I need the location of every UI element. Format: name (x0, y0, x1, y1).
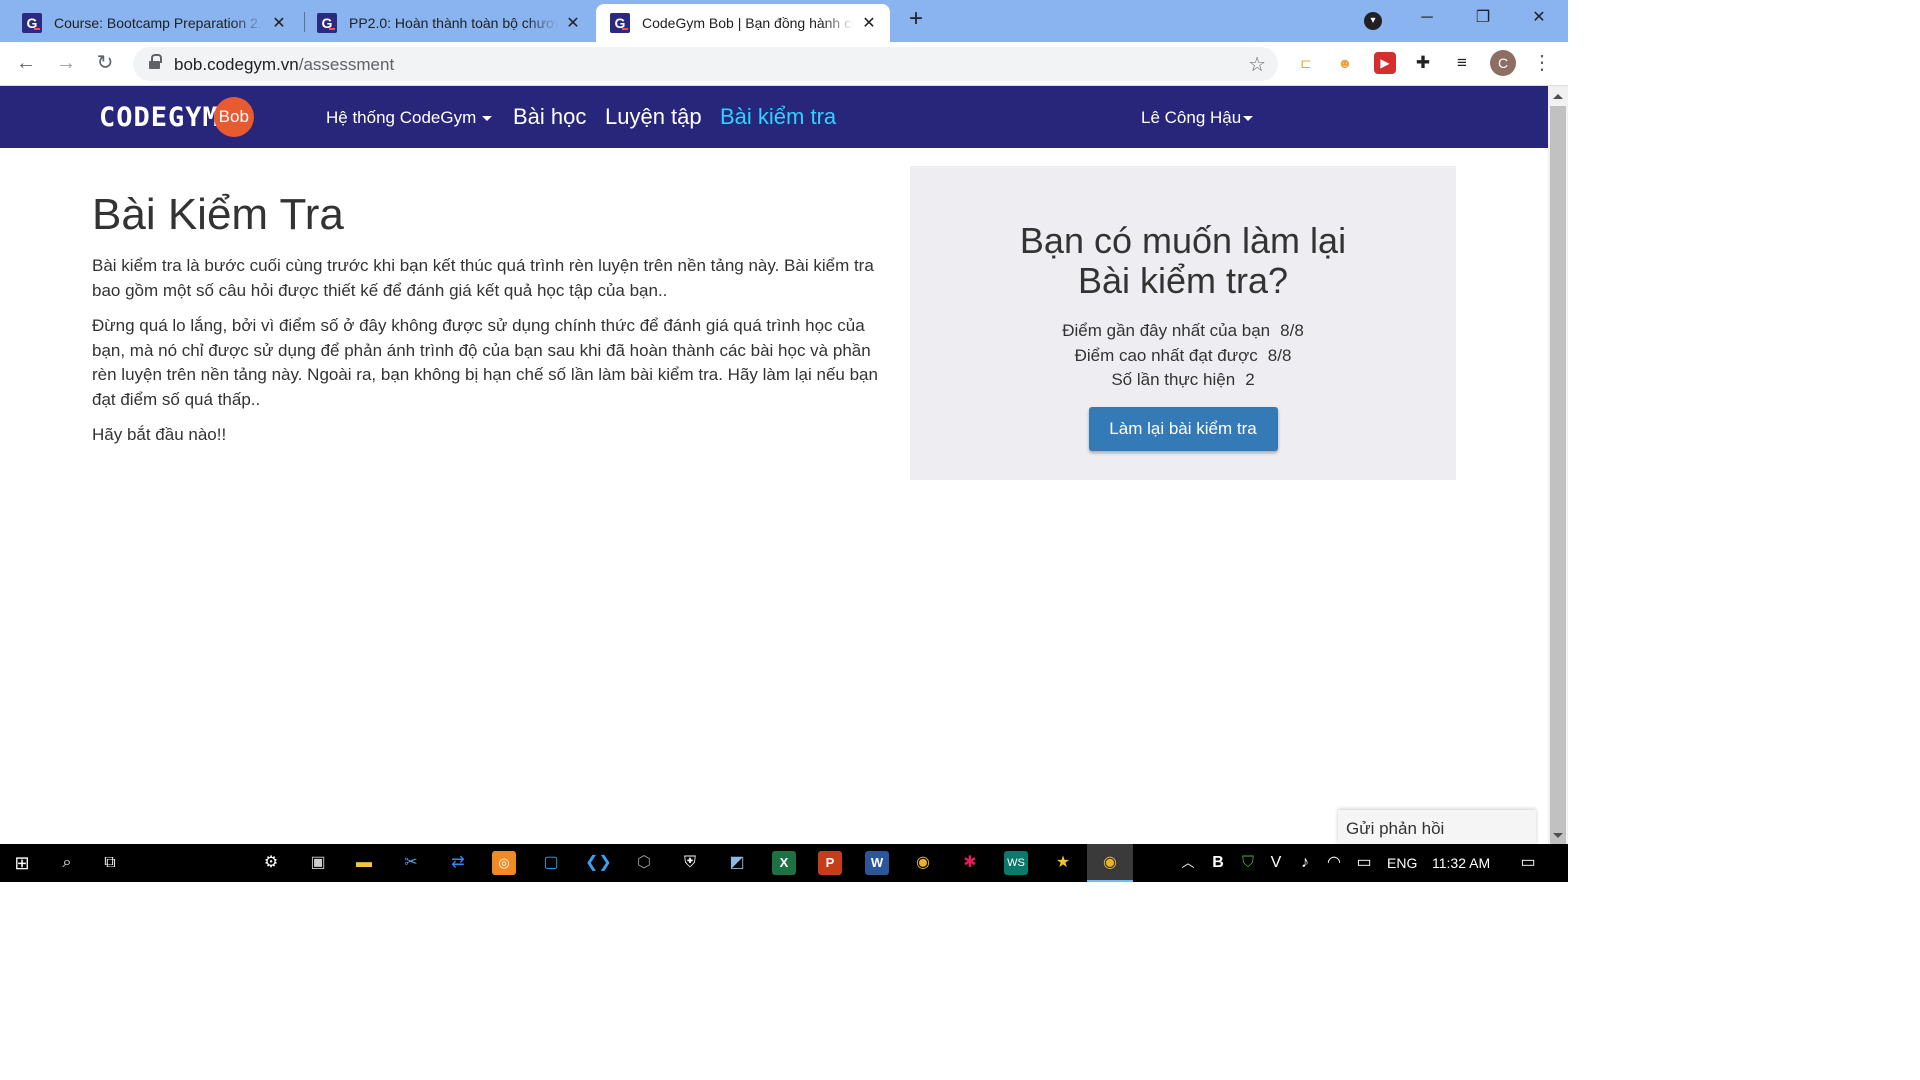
new-tab-plus-icon[interactable]: + (904, 7, 928, 32)
best-score: Điểm cao nhất đạt được 8/8 (1074, 345, 1292, 365)
restore-icon[interactable]: ❐ (1468, 6, 1498, 32)
attempt-count: Số lần thực hiện 2 (1111, 370, 1255, 389)
scroll-down-arrow-icon[interactable] (1553, 833, 1563, 838)
back-arrow-icon[interactable]: ← (14, 52, 38, 76)
volume-icon[interactable]: ♪ (1293, 851, 1317, 875)
tab-title: PP2.0: Hoàn thành toàn bộ chương trình (349, 15, 558, 31)
teamviewer-icon[interactable]: ⇄ (446, 851, 470, 875)
browser-tab[interactable]: G PP2.0: Hoàn thành toàn bộ chương trình… (305, 4, 594, 42)
browser-tab-strip: G Course: Bootcamp Preparation 2.0 ✕ G P… (0, 0, 1568, 42)
logo-bob-badge: Bob (213, 97, 254, 137)
page-scrollbar[interactable] (1548, 86, 1568, 856)
scrollbar-thumb[interactable] (1550, 106, 1566, 856)
browser-tab[interactable]: G Course: Bootcamp Preparation 2.0 ✕ (0, 4, 300, 42)
browser-toolbar: ← → ↻ bob.codegym.vn/assessment ☆ ⊏ ☻ ▶ … (0, 42, 1568, 86)
webstorm-icon[interactable]: WS (1004, 851, 1028, 875)
bookmark-star-icon[interactable]: ☆ (1248, 52, 1266, 77)
task-view-icon[interactable]: ⧉ (98, 851, 122, 875)
extension-person-check-icon[interactable]: ☻ (1334, 52, 1356, 74)
tab-title: CodeGym Bob | Bạn đồng hành của (642, 15, 854, 31)
browser-tab-active[interactable]: G CodeGym Bob | Bạn đồng hành của ✕ (596, 4, 890, 42)
logo-wordmark: CODEGYM (99, 101, 220, 133)
chrome-icon[interactable]: ◉ (911, 851, 935, 875)
powerpoint-icon[interactable]: P (818, 851, 842, 875)
nav-lessons[interactable]: Bài học (513, 104, 586, 130)
star-app-icon[interactable]: ★ (1051, 851, 1075, 875)
retake-assessment-button[interactable]: Làm lại bài kiểm tra (1088, 406, 1278, 451)
excel-icon[interactable]: X (772, 851, 796, 875)
extension-bookmark-icon[interactable]: ⊏ (1295, 52, 1317, 74)
tab-search-chevron-icon[interactable]: ▾ (1364, 12, 1382, 30)
file-explorer-icon[interactable]: ▬ (352, 851, 376, 875)
tray-shield-icon[interactable]: ⛉ (1236, 851, 1260, 875)
minimize-icon[interactable]: ─ (1412, 6, 1442, 32)
battery-icon[interactable]: ▭ (1352, 851, 1376, 875)
tab-title: Course: Bootcamp Preparation 2.0 (54, 15, 264, 31)
app-pen-icon[interactable]: ◩ (725, 851, 749, 875)
reassurance-paragraph: Đừng quá lo lắng, bởi vì điểm số ở đây k… (92, 316, 878, 409)
address-bar[interactable]: bob.codegym.vn/assessment ☆ (133, 47, 1278, 81)
wifi-icon[interactable]: ◠ (1322, 851, 1346, 875)
user-menu-dropdown[interactable]: Lê Công Hậu (1141, 108, 1254, 128)
profile-avatar[interactable]: C (1490, 50, 1516, 76)
close-window-icon[interactable]: ✕ (1524, 6, 1554, 32)
snipping-tool-icon[interactable]: ✂ (399, 851, 423, 875)
close-tab-icon[interactable]: ✕ (564, 13, 582, 33)
start-paragraph: Hãy bắt đầu nào!! (92, 425, 227, 444)
clock-time[interactable]: 11:32 AM (1432, 855, 1490, 871)
tray-bold-b-icon[interactable]: B (1206, 851, 1230, 875)
windows-start-icon[interactable]: ⊞ (10, 851, 34, 875)
media-queue-icon[interactable]: ≡ (1451, 52, 1473, 74)
retake-panel: Bạn có muốn làm lại Bài kiểm tra? Điểm gầ… (910, 166, 1456, 480)
intro-paragraph: Bài kiểm tra là bước cuối cùng trước khi… (92, 256, 874, 300)
word-icon[interactable]: W (865, 851, 889, 875)
assessment-intro: Bài Kiểm Tra Bài kiểm tra là bước cuối c… (92, 190, 892, 459)
codegym-favicon: G (22, 13, 42, 33)
page-title: Bài Kiểm Tra (92, 190, 344, 239)
settings-gear-icon[interactable]: ⚙ (259, 851, 283, 875)
tray-chevron-up-icon[interactable]: ︿ (1176, 851, 1200, 875)
virtualbox-cube-icon[interactable]: ⬡ (632, 851, 656, 875)
forward-arrow-icon[interactable]: → (54, 52, 78, 76)
search-icon[interactable]: ⌕ (55, 851, 79, 875)
app-orange-icon[interactable]: ◎ (492, 851, 516, 875)
latest-score: Điểm gần đây nhất của bạn 8/8 (1062, 321, 1304, 340)
shield-app-icon[interactable]: ⛨ (678, 851, 702, 875)
windows-taskbar: ⊞ ⌕ ⧉ ⚙ ▣ ▬ ✂ ⇄ ◎ ▢ ❮❯ ⬡ ⛨ ◩ X P W ◉ ✱ W… (0, 844, 1568, 882)
nav-assessment[interactable]: Bài kiểm tra (720, 104, 836, 130)
lock-icon[interactable] (149, 54, 162, 70)
nav-practice[interactable]: Luyện tập (605, 104, 702, 130)
codegym-bob-logo[interactable]: CODEGYM Bob (99, 96, 254, 138)
language-indicator[interactable]: ENG (1387, 855, 1417, 871)
notifications-icon[interactable]: ▭ (1516, 851, 1540, 875)
reload-icon[interactable]: ↻ (93, 52, 117, 76)
app-blue-window-icon[interactable]: ▢ (539, 851, 563, 875)
codegym-favicon: G (610, 13, 630, 33)
retake-panel-title: Bạn có muốn làm lại Bài kiểm tra? (1019, 220, 1347, 301)
send-feedback-button[interactable]: Gửi phản hồi (1338, 810, 1536, 844)
codegym-favicon: G (317, 13, 337, 33)
vscode-icon[interactable]: ❮❯ (585, 851, 612, 875)
site-navbar: CODEGYM Bob Hệ thống CodeGym Bài học Luy… (0, 86, 1548, 148)
slack-icon[interactable]: ✱ (958, 851, 982, 875)
nav-codegym-system-dropdown[interactable]: Hệ thống CodeGym (326, 108, 493, 128)
store-bag-icon[interactable]: ▣ (306, 851, 330, 875)
chrome-active-icon[interactable]: ◉ (1098, 851, 1122, 875)
close-tab-icon[interactable]: ✕ (860, 13, 878, 33)
close-tab-icon[interactable]: ✕ (270, 13, 288, 33)
extension-video-icon[interactable]: ▶ (1374, 52, 1396, 74)
url-text[interactable]: bob.codegym.vn/assessment (174, 55, 394, 75)
menu-kebab-icon[interactable]: ⋮ (1532, 50, 1552, 76)
scroll-up-arrow-icon[interactable] (1553, 94, 1563, 99)
extensions-puzzle-icon[interactable]: ✚ (1412, 52, 1434, 74)
caret-down-icon (1243, 116, 1254, 122)
tray-v-icon[interactable]: V (1264, 851, 1288, 875)
caret-down-icon (482, 116, 493, 122)
